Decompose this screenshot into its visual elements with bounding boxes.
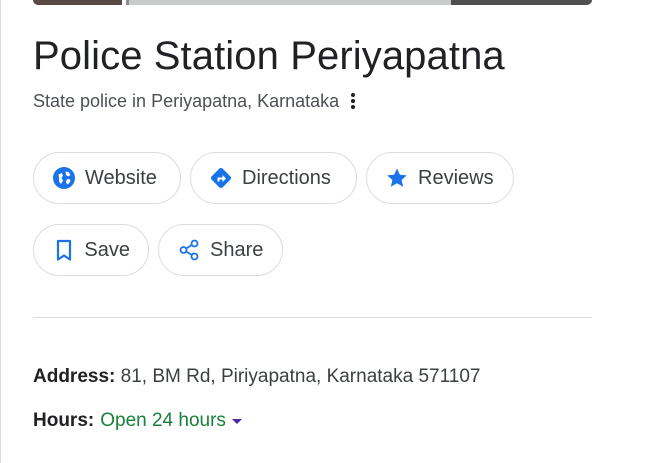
directions-button[interactable]: Directions bbox=[190, 152, 357, 204]
photo-thumbnail[interactable] bbox=[33, 0, 122, 5]
address-label[interactable]: Address: bbox=[33, 366, 115, 387]
place-subtitle-row: State police in Periyapatna, Karnataka bbox=[33, 89, 358, 113]
reviews-button[interactable]: Reviews bbox=[366, 152, 514, 204]
place-title: Police Station Periyapatna bbox=[33, 34, 505, 78]
share-icon bbox=[176, 237, 202, 263]
directions-icon bbox=[208, 165, 234, 191]
hours-label[interactable]: Hours: bbox=[33, 410, 94, 432]
photo-strip[interactable] bbox=[33, 0, 592, 5]
knowledge-panel: Police Station Periyapatna State police … bbox=[0, 0, 652, 463]
globe-icon bbox=[51, 165, 77, 191]
bookmark-icon bbox=[51, 237, 76, 263]
hours-row: Hours: Open 24 hours bbox=[33, 410, 242, 432]
save-button-label: Save bbox=[84, 238, 130, 261]
photo-thumbnail[interactable] bbox=[126, 0, 451, 5]
photo-thumbnail[interactable] bbox=[451, 0, 592, 5]
website-button[interactable]: Website bbox=[33, 152, 181, 204]
reviews-button-label: Reviews bbox=[418, 166, 494, 189]
hours-status[interactable]: Open 24 hours bbox=[100, 410, 226, 432]
place-category: State police in Periyapatna, Karnataka bbox=[33, 90, 340, 111]
address-value: 81, BM Rd, Piriyapatna, Karnataka 571107 bbox=[120, 366, 481, 387]
directions-button-label: Directions bbox=[242, 166, 331, 189]
panel-border bbox=[0, 348, 1, 463]
address-row: Address: 81, BM Rd, Piriyapatna, Karnata… bbox=[33, 366, 480, 388]
star-icon bbox=[384, 165, 410, 191]
share-button-label: Share bbox=[210, 238, 264, 261]
save-button[interactable]: Save bbox=[33, 224, 149, 276]
section-divider bbox=[33, 317, 592, 318]
more-options-icon[interactable] bbox=[348, 90, 358, 112]
panel-border bbox=[0, 0, 1, 348]
website-button-label: Website bbox=[85, 166, 157, 189]
share-button[interactable]: Share bbox=[158, 224, 283, 276]
chevron-down-icon[interactable] bbox=[231, 418, 242, 424]
